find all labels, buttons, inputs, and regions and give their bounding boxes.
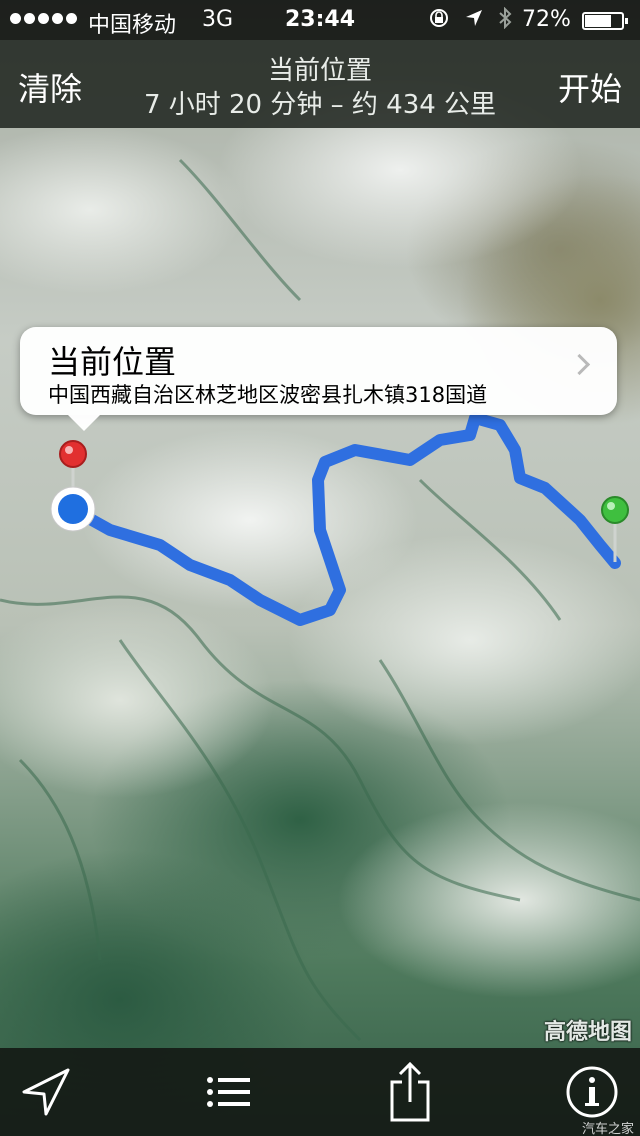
chevron-right-icon xyxy=(568,353,591,376)
status-bar: 中国移动 3G 23:44 72% xyxy=(0,0,640,40)
callout-title: 当前位置 xyxy=(48,343,177,381)
route-summary: 7 小时 20 分钟 – 约 434 公里 xyxy=(143,90,497,120)
bottom-toolbar xyxy=(0,1048,640,1136)
location-callout[interactable]: 当前位置 中国西藏自治区林芝地区波密县扎木镇318国道 xyxy=(20,327,617,431)
rotation-lock-icon xyxy=(430,9,448,27)
route-title: 当前位置 xyxy=(267,56,372,86)
map-overlay xyxy=(0,158,640,1042)
bluetooth-icon xyxy=(499,7,512,29)
share-icon xyxy=(390,1061,430,1122)
start-button[interactable]: 开始 xyxy=(558,64,622,110)
callout-address: 中国西藏自治区林芝地区波密县扎木镇318国道 xyxy=(48,383,488,407)
tracking-button[interactable] xyxy=(4,1048,84,1136)
battery-icon xyxy=(582,12,628,30)
share-button[interactable] xyxy=(370,1048,450,1136)
route-header: 清除 当前位置 7 小时 20 分钟 – 约 434 公里 开始 xyxy=(0,40,640,128)
map-view[interactable]: 高德地图 xyxy=(0,0,640,1136)
status-icons xyxy=(428,7,512,29)
location-services-icon xyxy=(466,10,482,26)
location-arrow-icon xyxy=(22,1068,70,1116)
directions-list-button[interactable] xyxy=(188,1048,268,1136)
list-icon xyxy=(207,1077,250,1107)
battery-percentage: 72% xyxy=(522,7,571,32)
source-credit: 汽车之家 xyxy=(581,1122,634,1136)
map-watermark: 高德地图 xyxy=(543,1020,632,1045)
route-line xyxy=(68,412,621,626)
maps-screen: 高德地图 中国移动 3G 23:44 72% 清除 当前位置 7 小时 20 分… xyxy=(0,0,640,1136)
current-location-dot[interactable] xyxy=(50,486,96,532)
callout-pointer xyxy=(68,415,100,431)
